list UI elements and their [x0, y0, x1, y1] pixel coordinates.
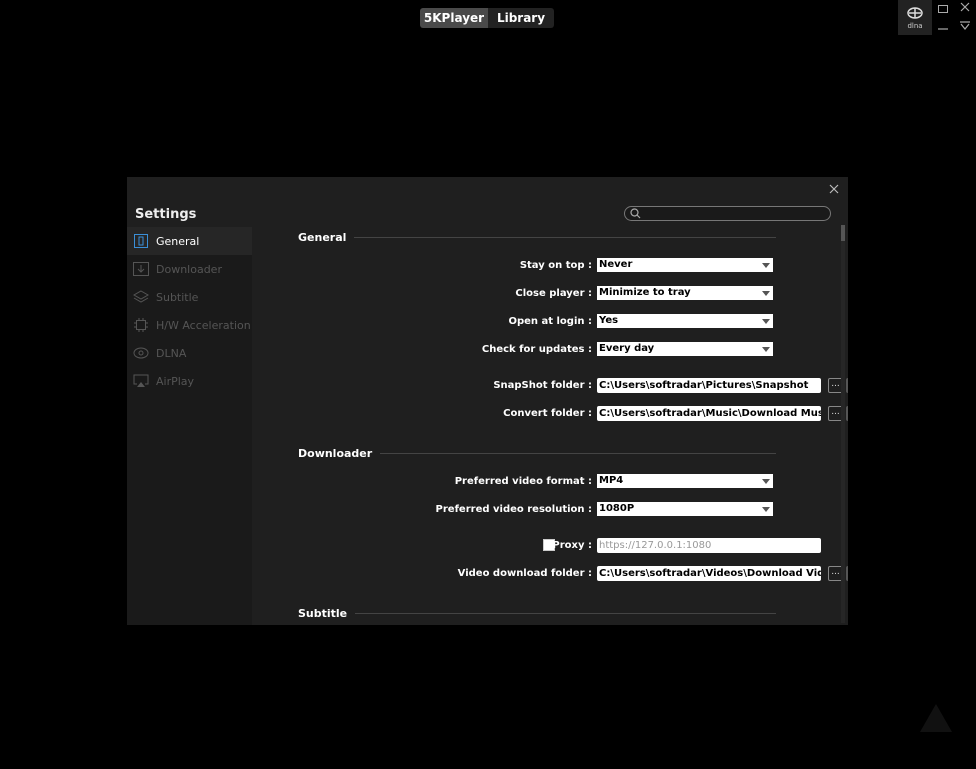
snapshot-folder-label: SnapShot folder :	[493, 380, 592, 391]
close-player-label: Close player :	[515, 288, 592, 299]
check-updates-value: Every day	[599, 343, 655, 354]
top-tabs: 5KPlayer Library	[420, 8, 554, 28]
dlna-icon	[907, 7, 923, 19]
sidebar-item-label: H/W Acceleration	[156, 318, 251, 332]
downloader-icon	[133, 262, 149, 276]
close-icon	[829, 184, 839, 194]
convert-folder-open-button[interactable]	[846, 406, 848, 421]
tab-5kplayer[interactable]: 5KPlayer	[420, 8, 488, 28]
subtitle-icon	[133, 290, 149, 304]
section-subtitle: Subtitle	[298, 607, 776, 620]
scrollbar-thumb[interactable]	[841, 225, 845, 241]
open-at-login-value: Yes	[599, 315, 619, 326]
sidebar-item-label: Subtitle	[156, 290, 199, 304]
sidebar-item-label: AirPlay	[156, 374, 195, 388]
chevron-down-icon	[762, 479, 770, 484]
dialog-close-button[interactable]	[828, 180, 842, 194]
sidebar-item-downloader[interactable]: Downloader	[127, 255, 252, 283]
sidebar-item-subtitle[interactable]: Subtitle	[127, 283, 252, 311]
video-format-label: Preferred video format :	[454, 476, 592, 487]
stay-on-top-select[interactable]: Never	[597, 258, 773, 272]
download-folder-field[interactable]: C:\Users\softradar\Videos\Download Video…	[597, 566, 821, 581]
search-icon	[630, 208, 641, 219]
settings-content: General Stay on top : Never Close player…	[252, 227, 848, 625]
section-title: Downloader	[298, 447, 373, 460]
chip-icon	[133, 318, 149, 332]
chevron-down-icon	[762, 347, 770, 352]
dlna-button[interactable]: dlna	[898, 0, 932, 35]
section-general: General	[298, 231, 776, 244]
restore-icon[interactable]	[936, 3, 950, 17]
settings-dialog: Settings General Downloader Subtitle H/W…	[127, 177, 848, 625]
close-icon[interactable]	[958, 2, 972, 16]
chevron-down-icon	[762, 319, 770, 324]
snapshot-folder-open-button[interactable]	[846, 378, 848, 393]
section-title: Subtitle	[298, 607, 348, 620]
settings-sidebar: General Downloader Subtitle H/W Accelera…	[127, 227, 252, 625]
open-at-login-label: Open at login :	[508, 316, 592, 327]
search-input[interactable]	[624, 206, 831, 221]
chevron-down-icon	[762, 291, 770, 296]
convert-folder-field[interactable]: C:\Users\softradar\Music\Download Music	[597, 406, 821, 421]
sidebar-item-airplay[interactable]: AirPlay	[127, 367, 252, 395]
open-at-login-select[interactable]: Yes	[597, 314, 773, 328]
convert-folder-label: Convert folder :	[503, 408, 592, 419]
settings-title: Settings	[135, 207, 197, 222]
minimize-icon[interactable]	[936, 21, 950, 35]
sidebar-item-general[interactable]: General	[127, 227, 252, 255]
tab-library[interactable]: Library	[488, 8, 554, 28]
check-updates-select[interactable]: Every day	[597, 342, 773, 356]
general-icon	[133, 234, 149, 248]
stay-on-top-label: Stay on top :	[519, 260, 592, 271]
dlna-icon	[133, 346, 149, 360]
section-downloader: Downloader	[298, 447, 776, 460]
chevron-down-icon	[762, 507, 770, 512]
sidebar-item-label: General	[156, 234, 200, 248]
airplay-icon	[133, 374, 149, 388]
settings-scrollbar[interactable]	[841, 225, 845, 623]
check-updates-label: Check for updates :	[481, 344, 592, 355]
dlna-label: dlna	[907, 22, 923, 30]
airplay-watermark-icon	[918, 700, 954, 740]
stay-on-top-value: Never	[599, 259, 633, 270]
video-format-select[interactable]: MP4	[597, 474, 773, 488]
video-resolution-select[interactable]: 1080P	[597, 502, 773, 516]
sidebar-item-label: Downloader	[156, 262, 222, 276]
menu-down-icon[interactable]	[958, 20, 972, 34]
download-folder-label: Video download folder :	[457, 568, 592, 579]
close-player-select[interactable]: Minimize to tray	[597, 286, 773, 300]
video-resolution-label: Preferred video resolution :	[435, 504, 592, 515]
close-player-value: Minimize to tray	[599, 287, 691, 298]
sidebar-item-dlna[interactable]: DLNA	[127, 339, 252, 367]
video-resolution-value: 1080P	[599, 503, 635, 514]
chevron-down-icon	[762, 263, 770, 268]
proxy-input[interactable]: https://127.0.0.1:1080	[597, 538, 821, 553]
snapshot-folder-field[interactable]: C:\Users\softradar\Pictures\Snapshot	[597, 378, 821, 393]
sidebar-item-label: DLNA	[156, 346, 187, 360]
video-format-value: MP4	[599, 475, 624, 486]
section-title: General	[298, 231, 347, 244]
download-folder-open-button[interactable]	[846, 566, 848, 581]
sidebar-item-hw-acceleration[interactable]: H/W Acceleration	[127, 311, 252, 339]
proxy-label: Proxy :	[552, 540, 592, 551]
